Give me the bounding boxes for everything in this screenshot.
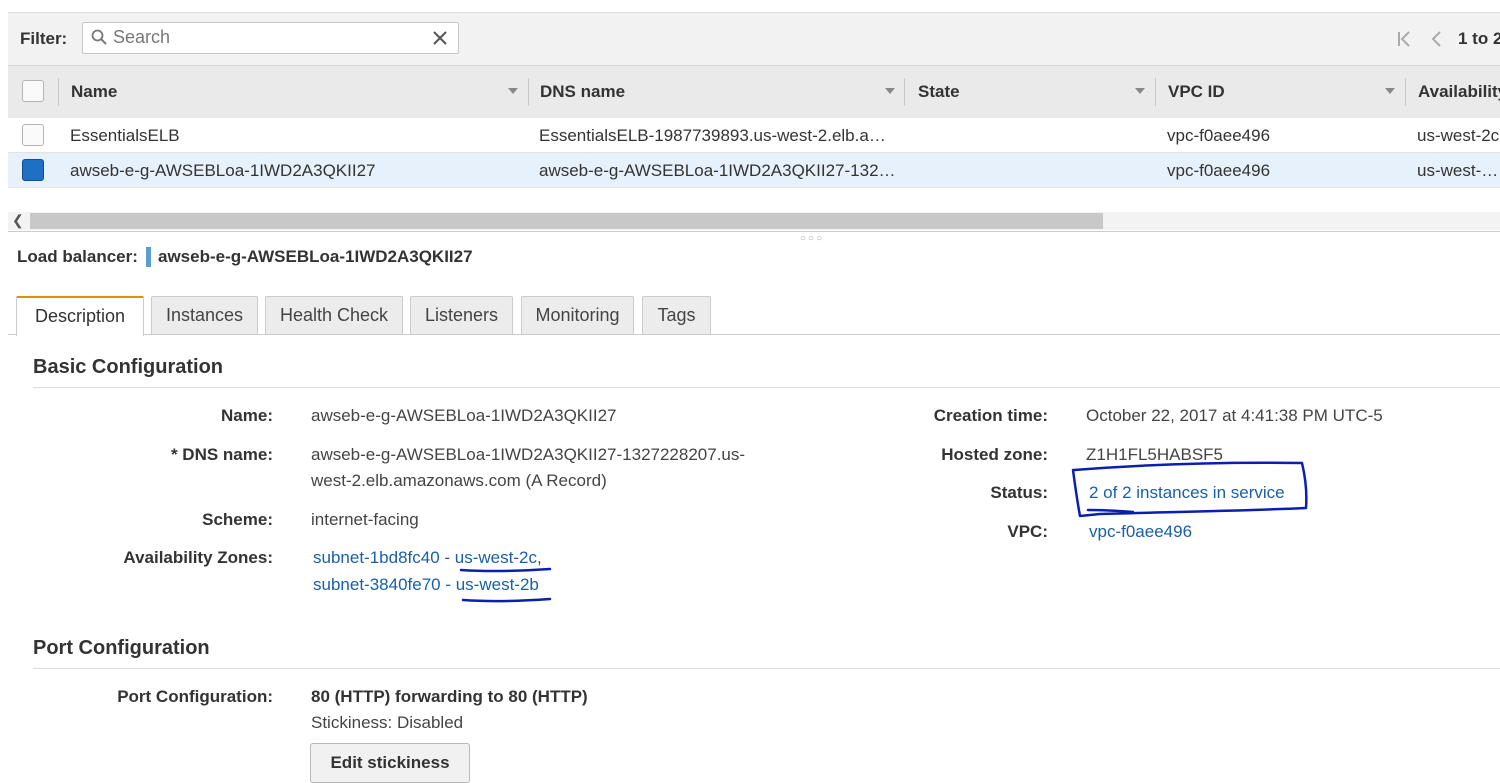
section-divider <box>33 387 1500 388</box>
tab-health-check[interactable]: Health Check <box>265 296 403 334</box>
label-hosted-zone: Hosted zone: <box>941 445 1048 464</box>
edit-stickiness-button[interactable]: Edit stickiness <box>310 743 470 783</box>
load-balancer-marker <box>146 247 151 267</box>
value-port-configuration: 80 (HTTP) forwarding to 80 (HTTP) <box>311 687 588 706</box>
underline-annotation <box>461 597 552 603</box>
cell-name: EssentialsELB <box>70 126 180 145</box>
value-stickiness: Stickiness: Disabled <box>311 713 464 732</box>
cell-vpc: vpc-f0aee496 <box>1167 161 1271 180</box>
sort-icon[interactable] <box>1385 88 1395 94</box>
column-divider <box>904 78 905 106</box>
vpc-link[interactable]: vpc-f0aee496 <box>1089 522 1192 542</box>
scroll-left-icon[interactable]: ❮ <box>12 212 24 229</box>
subnet-link[interactable]: subnet-1bd8fc40 <box>313 548 440 567</box>
resize-handle-icon[interactable]: ○○○ <box>800 233 824 244</box>
column-header-state[interactable]: State <box>918 82 960 102</box>
cell-vpc: vpc-f0aee496 <box>1167 126 1271 145</box>
availability-zone-2: subnet-3840fe70 - us-west-2b <box>313 575 539 595</box>
tab-monitoring[interactable]: Monitoring <box>521 296 634 334</box>
row-checkbox[interactable] <box>22 124 44 146</box>
label-dns: * DNS name: <box>170 445 273 464</box>
value-hosted-zone: Z1H1FL5HABSF5 <box>1086 445 1223 464</box>
separator: - <box>439 548 455 567</box>
zone-link[interactable]: us-west-2c <box>455 548 537 567</box>
sort-icon[interactable] <box>508 88 518 94</box>
label-port-configuration: Port Configuration: <box>117 687 273 706</box>
filter-bar: Filter: 1 to 2 <box>8 12 1500 65</box>
cell-availability: us-west-2b, <box>1417 161 1500 180</box>
search-icon <box>91 29 107 45</box>
tabs-baseline <box>8 334 1500 335</box>
label-availability-zones: Availability Zones: <box>123 548 273 567</box>
load-balancer-name: awseb-e-g-AWSEBLoa-1IWD2A3QKII27 <box>158 247 473 266</box>
tab-instances[interactable]: Instances <box>151 296 258 334</box>
comma: , <box>536 548 542 567</box>
column-divider <box>1155 78 1156 106</box>
status-link[interactable]: 2 of 2 instances in service <box>1089 483 1285 503</box>
tab-description[interactable]: Description <box>16 296 144 336</box>
separator: - <box>440 575 456 594</box>
subnet-link[interactable]: subnet-3840fe70 <box>313 575 441 594</box>
section-title-basic: Basic Configuration <box>33 356 224 378</box>
section-title-port: Port Configuration <box>33 637 210 659</box>
column-header-availability[interactable]: Availability <box>1418 82 1500 102</box>
horizontal-scrollbar[interactable]: ❮ <box>8 212 1500 230</box>
search-box[interactable] <box>82 22 459 54</box>
value-creation-time: October 22, 2017 at 4:41:38 PM UTC-5 <box>1086 406 1383 425</box>
value-scheme: internet-facing <box>311 510 419 529</box>
search-input[interactable] <box>113 25 413 49</box>
label-status: Status: <box>990 483 1048 502</box>
column-header-dns[interactable]: DNS name <box>540 82 625 102</box>
column-divider <box>58 78 59 106</box>
filter-label: Filter: <box>20 29 68 48</box>
column-header-vpc[interactable]: VPC ID <box>1168 82 1225 102</box>
label-scheme: Scheme: <box>202 510 273 529</box>
column-divider <box>528 78 529 106</box>
load-balancer-label: Load balancer: <box>17 247 138 266</box>
label-vpc: VPC: <box>1007 522 1048 541</box>
cell-dns: awseb-e-g-AWSEBLoa-1IWD2A3QKII27-1327… <box>539 161 899 180</box>
prev-page-icon[interactable] <box>1428 30 1446 48</box>
value-name: awseb-e-g-AWSEBLoa-1IWD2A3QKII27 <box>311 406 617 425</box>
column-divider <box>1405 78 1406 106</box>
scrollbar-thumb[interactable] <box>30 213 1103 229</box>
section-divider <box>33 668 1500 669</box>
value-dns-line2: west-2.elb.amazonaws.com (A Record) <box>311 471 607 490</box>
label-name: Name: <box>221 406 273 425</box>
zone-link[interactable]: us-west-2b <box>456 575 539 594</box>
sort-icon[interactable] <box>885 88 895 94</box>
availability-zone-1: subnet-1bd8fc40 - us-west-2c, <box>313 548 542 568</box>
panel-divider <box>8 231 1500 232</box>
table-row-selected[interactable]: awseb-e-g-AWSEBLoa-1IWD2A3QKII27 awseb-e… <box>8 153 1500 188</box>
label-creation-time: Creation time: <box>933 406 1048 425</box>
table-header: Name DNS name State VPC ID Availability <box>8 65 1500 119</box>
cell-dns: EssentialsELB-1987739893.us-west-2.elb.a… <box>539 126 889 145</box>
cell-name: awseb-e-g-AWSEBLoa-1IWD2A3QKII27 <box>70 161 376 180</box>
tab-listeners[interactable]: Listeners <box>410 296 513 334</box>
column-header-name[interactable]: Name <box>71 82 117 102</box>
value-dns-line1: awseb-e-g-AWSEBLoa-1IWD2A3QKII27-1327228… <box>311 445 746 464</box>
cell-availability: us-west-2c <box>1417 126 1500 145</box>
close-icon[interactable] <box>431 29 449 47</box>
tab-tags[interactable]: Tags <box>642 296 711 334</box>
row-checkbox[interactable] <box>22 159 44 181</box>
page-range: 1 to 2 <box>1458 29 1500 48</box>
table-row[interactable]: EssentialsELB EssentialsELB-1987739893.u… <box>8 118 1500 153</box>
first-page-icon[interactable] <box>1396 30 1414 48</box>
underline-annotation <box>459 567 552 573</box>
select-all-checkbox[interactable] <box>22 80 44 102</box>
sort-icon[interactable] <box>1135 88 1145 94</box>
